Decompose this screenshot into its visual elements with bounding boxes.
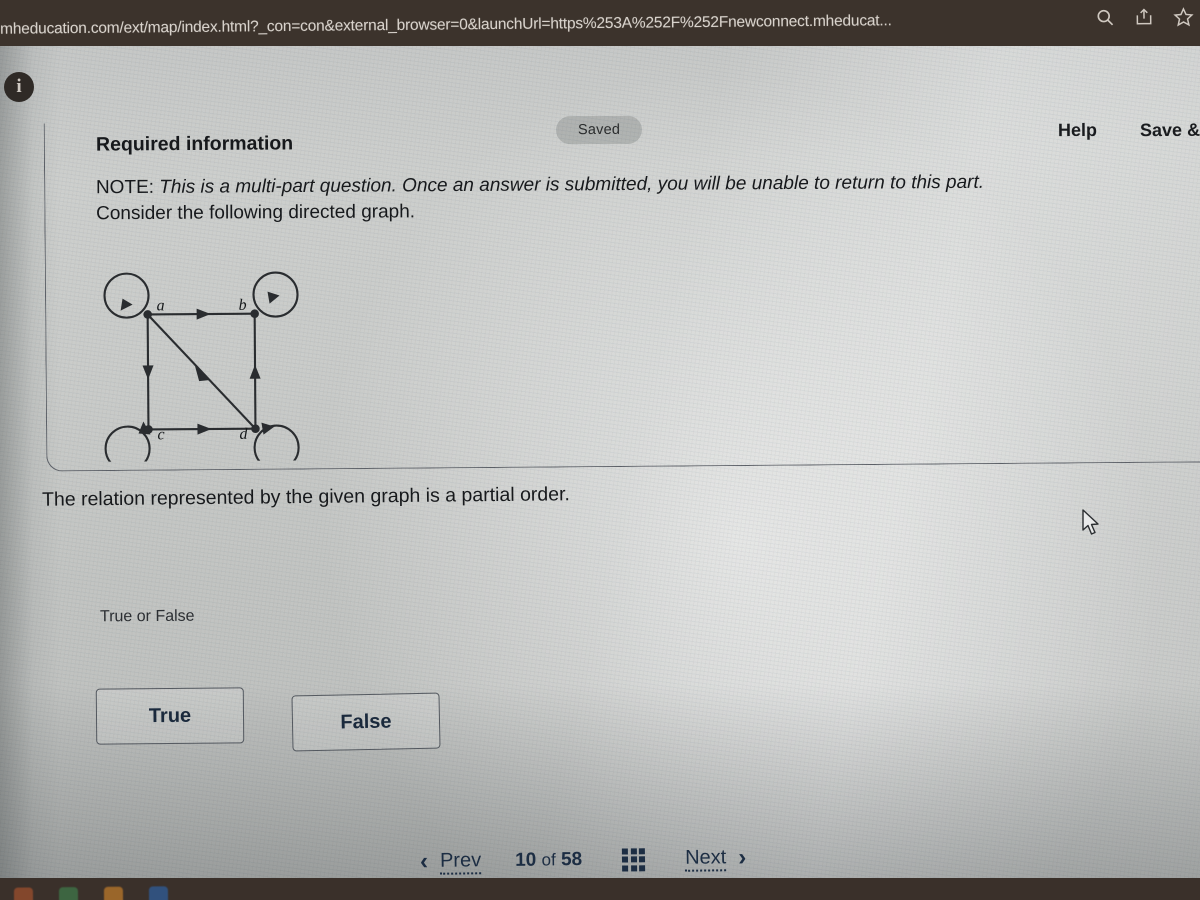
arrow-loop-d <box>261 422 275 435</box>
arrow-a-c <box>142 365 154 380</box>
page-of-label: of <box>541 850 556 870</box>
question-pager: ‹ Prev 10 of 58 Next › <box>420 844 747 876</box>
note-label: NOTE: <box>95 176 155 199</box>
question-statement: The relation represented by the given gr… <box>41 483 571 511</box>
node-d <box>251 424 260 434</box>
grid-dot <box>639 864 646 871</box>
mouse-cursor <box>1082 509 1099 535</box>
answer-false-label: False <box>340 710 392 733</box>
grid-dot <box>622 856 629 863</box>
answer-false-button[interactable]: False <box>291 692 441 752</box>
self-loop-d <box>253 424 300 462</box>
required-information-heading: Required information <box>95 132 294 156</box>
next-button[interactable]: Next <box>684 845 727 872</box>
self-loop-a <box>103 272 150 319</box>
grid-dot <box>622 864 629 872</box>
grid-dot <box>630 847 637 854</box>
bookmark-star-icon[interactable] <box>1172 6 1194 28</box>
answer-true-label: True <box>148 704 192 727</box>
node-a <box>143 310 152 319</box>
search-icon[interactable] <box>1094 6 1116 28</box>
grid-dot <box>630 856 637 863</box>
node-label-a: a <box>157 297 165 314</box>
arrow-loop-b <box>267 291 280 304</box>
info-icon-glyph: i <box>16 76 22 97</box>
arrow-a-d <box>195 366 211 382</box>
page-counter: 10 of 58 <box>515 849 582 872</box>
app-icon-blue[interactable] <box>148 886 169 900</box>
info-icon[interactable]: i <box>4 72 34 102</box>
answer-true-button[interactable]: True <box>95 687 245 745</box>
node-b <box>250 309 259 319</box>
grid-dot <box>639 847 646 854</box>
note-italic-text: This is a multi-part question. Once an a… <box>159 171 985 198</box>
note-second-line: Consider the following directed graph. <box>96 201 416 225</box>
grid-dot <box>622 847 629 855</box>
note-text: NOTE: This is a multi-part question. Onc… <box>96 169 1156 227</box>
app-icon-orange[interactable] <box>103 886 124 900</box>
prev-chevron-icon[interactable]: ‹ <box>420 848 428 876</box>
directed-graph-figure: a b c d <box>99 265 330 462</box>
share-icon[interactable] <box>1133 6 1155 28</box>
page-current: 10 <box>514 849 537 871</box>
node-label-b: b <box>239 297 247 314</box>
answer-prompt-label: True or False <box>99 607 195 626</box>
node-c <box>144 425 153 434</box>
page-total: 58 <box>560 849 583 871</box>
arrow-c-d <box>197 423 212 435</box>
connect-page: i Saved Help Save & Required information… <box>0 46 1200 884</box>
edge-a-d <box>146 313 257 430</box>
url-text[interactable]: .mheducation.com/ext/map/index.html?_con… <box>0 12 892 39</box>
arrow-loop-a <box>120 298 133 311</box>
screen-photo: .mheducation.com/ext/map/index.html?_con… <box>0 0 1200 900</box>
next-chevron-icon[interactable]: › <box>738 844 746 872</box>
prev-button[interactable]: Prev <box>439 848 482 875</box>
node-label-c: c <box>157 426 164 443</box>
browser-url-bar[interactable]: .mheducation.com/ext/map/index.html?_con… <box>0 0 1200 46</box>
node-label-d: d <box>239 426 248 443</box>
grid-dot <box>630 864 637 871</box>
grid-dot <box>639 856 646 863</box>
os-taskbar[interactable] <box>0 878 1200 900</box>
arrow-d-b <box>249 364 261 379</box>
app-icon-red[interactable] <box>13 887 34 900</box>
app-icon-green[interactable] <box>58 887 79 900</box>
arrow-a-b <box>196 308 211 320</box>
grid-menu-icon[interactable] <box>622 847 646 872</box>
